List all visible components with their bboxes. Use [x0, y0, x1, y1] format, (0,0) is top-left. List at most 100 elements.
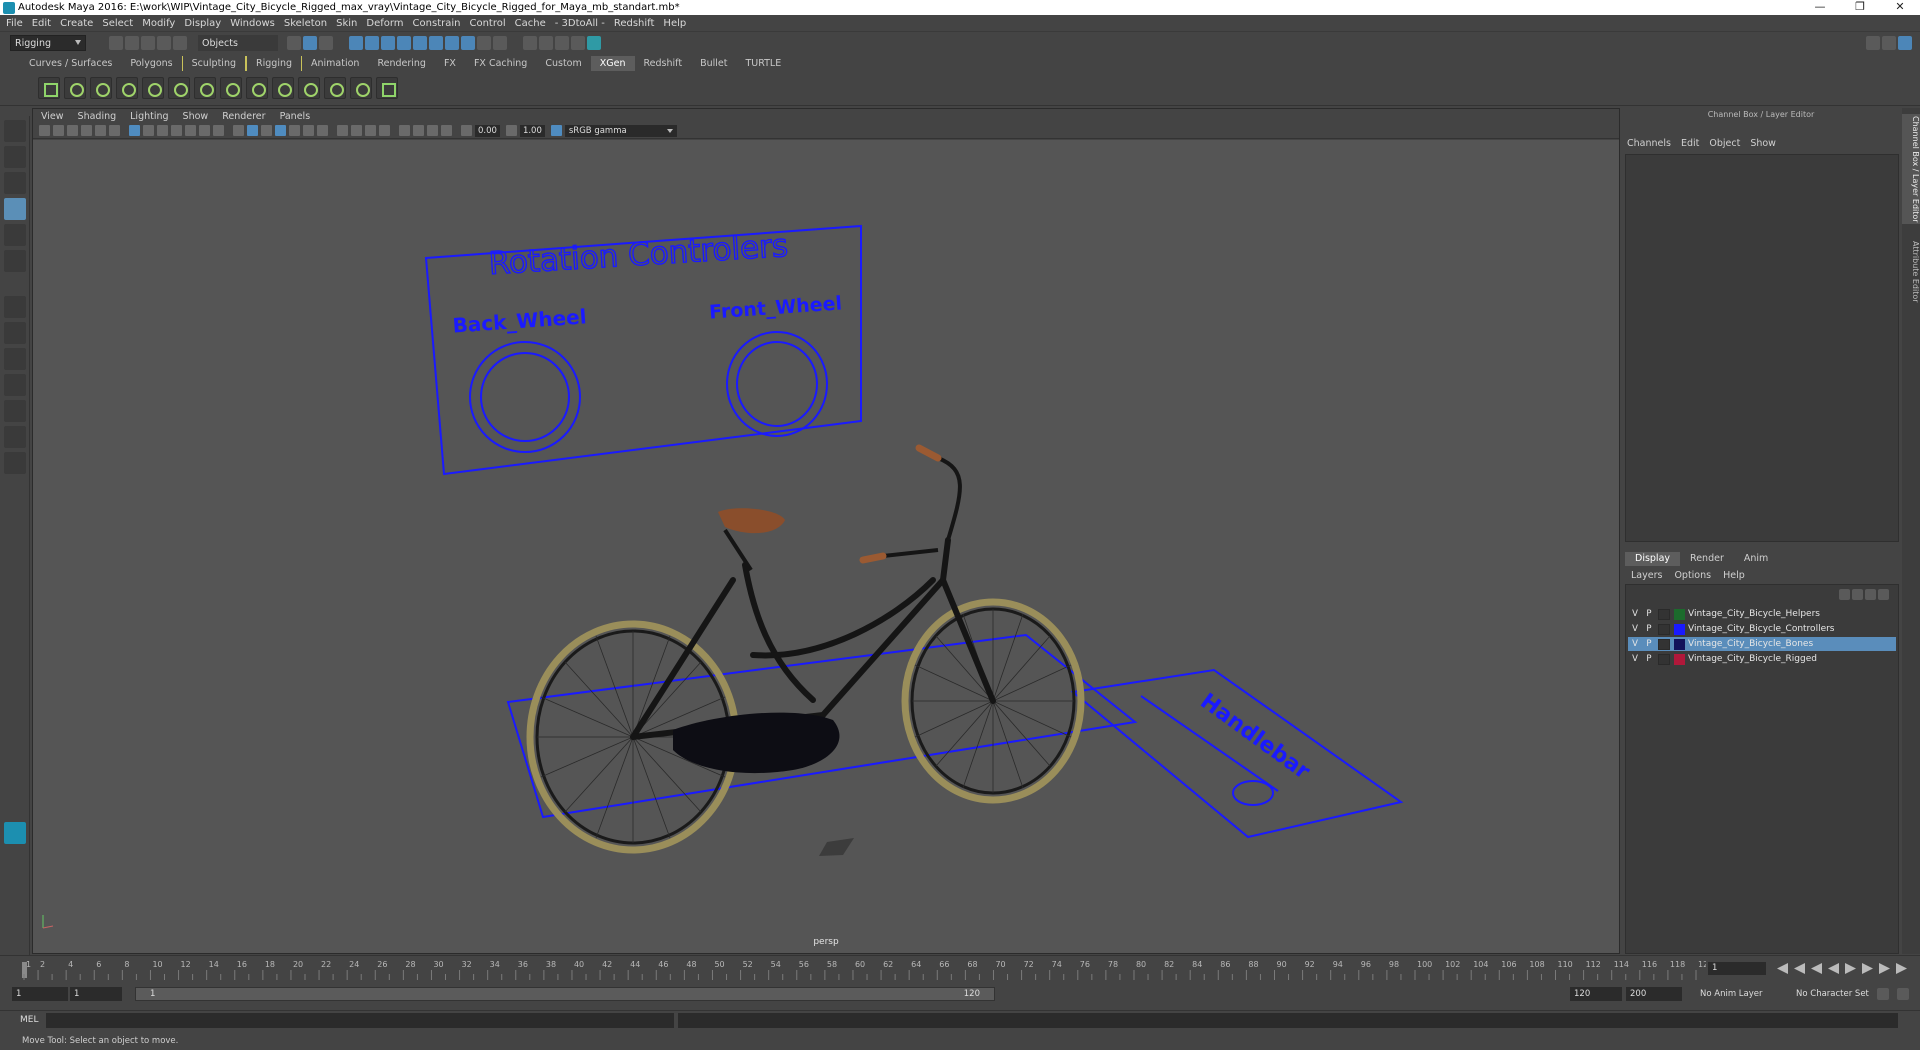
command-input[interactable] [46, 1013, 674, 1028]
step-forward-key-icon[interactable] [1879, 963, 1890, 974]
panel-menu-show[interactable]: Show [183, 111, 209, 122]
highlight-selection-icon[interactable] [493, 36, 507, 50]
shadows-icon[interactable] [317, 125, 328, 136]
character-set-dropdown[interactable]: No Character Set [1796, 989, 1869, 999]
layer-row[interactable]: V P Vintage_City_Bicycle_Controllers [1628, 622, 1896, 636]
animation-end-field[interactable]: 200 [1626, 987, 1682, 1001]
xgen-add-guide-icon[interactable] [168, 77, 190, 99]
xgen-modifiers-icon[interactable] [324, 77, 346, 99]
layer-visibility-toggle[interactable]: V [1628, 639, 1642, 649]
layout-options-icon[interactable] [4, 452, 26, 474]
menu-cache[interactable]: Cache [515, 18, 546, 29]
image-plane-icon[interactable] [81, 125, 92, 136]
menu-help[interactable]: Help [663, 18, 686, 29]
screen-space-ao-icon[interactable] [337, 125, 348, 136]
layer-playback-toggle[interactable]: P [1642, 639, 1656, 649]
playback-end-field[interactable]: 120 [1570, 987, 1622, 1001]
layer-menu-options[interactable]: Options [1674, 570, 1711, 581]
layer-row[interactable]: V P Vintage_City_Bicycle_Rigged [1628, 652, 1896, 666]
mask-rendering-icon[interactable] [445, 36, 459, 50]
menu-skin[interactable]: Skin [336, 18, 357, 29]
shelf-tab-bullet[interactable]: Bullet [691, 56, 736, 71]
select-hierarchy-icon[interactable] [287, 36, 301, 50]
xgen-splines-icon[interactable] [246, 77, 268, 99]
go-to-end-icon[interactable] [1896, 963, 1907, 974]
field-chart-icon[interactable] [185, 125, 196, 136]
xgen-rebuild-guide-icon[interactable] [220, 77, 242, 99]
layer-row-selected[interactable]: V P Vintage_City_Bicycle_Bones [1628, 637, 1896, 651]
rotation-controllers-board[interactable]: Rotation Controlers Back_Wheel Front_Whe… [424, 224, 862, 476]
menu-display[interactable]: Display [184, 18, 221, 29]
textured-icon[interactable] [289, 125, 300, 136]
range-slider[interactable]: 1 120 [135, 987, 995, 1001]
maximize-button[interactable]: ❐ [1840, 0, 1880, 15]
outliner-persp-layout-icon[interactable] [4, 348, 26, 370]
selection-mask-dropdown[interactable]: Objects [198, 35, 278, 51]
snap-grid-icon[interactable] [523, 36, 537, 50]
wireframe-icon[interactable] [233, 125, 244, 136]
safe-title-icon[interactable] [213, 125, 224, 136]
use-all-lights-icon[interactable] [303, 125, 314, 136]
menu-edit[interactable]: Edit [32, 18, 51, 29]
grease-pencil-icon[interactable] [109, 125, 120, 136]
layer-menu-layers[interactable]: Layers [1631, 570, 1662, 581]
xgen-interactive-groom-icon[interactable] [116, 77, 138, 99]
lock-selection-icon[interactable] [477, 36, 491, 50]
move-layer-down-icon[interactable] [1852, 589, 1863, 600]
cb-menu-channels[interactable]: Channels [1627, 138, 1671, 149]
menu-select[interactable]: Select [102, 18, 133, 29]
back-wheel-controller[interactable] [469, 341, 581, 453]
shelf-tab-custom[interactable]: Custom [536, 56, 590, 71]
play-backwards-icon[interactable] [1828, 963, 1839, 974]
layer-playback-toggle[interactable]: P [1642, 654, 1656, 664]
menu-skeleton[interactable]: Skeleton [284, 18, 327, 29]
menu-constrain[interactable]: Constrain [413, 18, 461, 29]
resolution-gate-icon[interactable] [157, 125, 168, 136]
four-view-layout-icon[interactable] [4, 322, 26, 344]
layer-visibility-toggle[interactable]: V [1628, 624, 1642, 634]
xgen-sculpt-guide-icon[interactable] [194, 77, 216, 99]
workspace-icon[interactable] [1866, 36, 1880, 50]
layer-tab-display[interactable]: Display [1625, 552, 1681, 566]
hypershade-layout-icon[interactable] [4, 400, 26, 422]
shelf-tab-polygons[interactable]: Polygons [121, 56, 181, 71]
mask-handles-icon[interactable] [349, 36, 363, 50]
graph-persp-layout-icon[interactable] [4, 374, 26, 396]
scale-tool-icon[interactable] [4, 250, 26, 272]
auto-key-icon[interactable] [1877, 988, 1889, 1000]
xgen-collection-icon[interactable] [298, 77, 320, 99]
xgen-cut-icon[interactable] [350, 77, 372, 99]
wireframe-on-shaded-icon[interactable] [275, 125, 286, 136]
layer-visibility-toggle[interactable]: V [1628, 654, 1642, 664]
outliner-graph-layout-icon[interactable] [4, 426, 26, 448]
handlebar-controller[interactable]: Handlebar [1070, 668, 1404, 839]
safe-action-icon[interactable] [199, 125, 210, 136]
xray-icon[interactable] [413, 125, 424, 136]
mask-surfaces-icon[interactable] [397, 36, 411, 50]
xgen-create-description-icon[interactable] [64, 77, 86, 99]
go-to-start-icon[interactable] [1777, 963, 1788, 974]
default-material-icon[interactable] [261, 125, 272, 136]
menu-create[interactable]: Create [60, 18, 93, 29]
snap-plane-icon[interactable] [571, 36, 585, 50]
layer-playback-toggle[interactable]: P [1642, 609, 1656, 619]
channel-box-toggle-icon[interactable] [1898, 36, 1912, 50]
panel-menu-view[interactable]: View [41, 111, 64, 122]
layer-color-swatch[interactable] [1674, 653, 1685, 665]
layer-color-swatch[interactable] [1674, 608, 1685, 620]
gate-mask-icon[interactable] [171, 125, 182, 136]
snap-point-icon[interactable] [555, 36, 569, 50]
paint-select-tool-icon[interactable] [4, 172, 26, 194]
layer-display-type[interactable] [1658, 638, 1670, 650]
film-gate-icon[interactable] [143, 125, 154, 136]
mask-misc-icon[interactable] [461, 36, 475, 50]
exposure-icon[interactable] [461, 125, 472, 136]
play-forwards-icon[interactable] [1845, 963, 1856, 974]
select-object-icon[interactable] [303, 36, 317, 50]
menu-deform[interactable]: Deform [366, 18, 403, 29]
shelf-tab-curves[interactable]: Curves / Surfaces [20, 56, 121, 71]
layer-row[interactable]: V P Vintage_City_Bicycle_Helpers [1628, 607, 1896, 621]
animation-start-field[interactable]: 1 [12, 987, 68, 1001]
open-scene-icon[interactable] [125, 36, 139, 50]
xgen-preview-icon[interactable] [376, 77, 398, 99]
